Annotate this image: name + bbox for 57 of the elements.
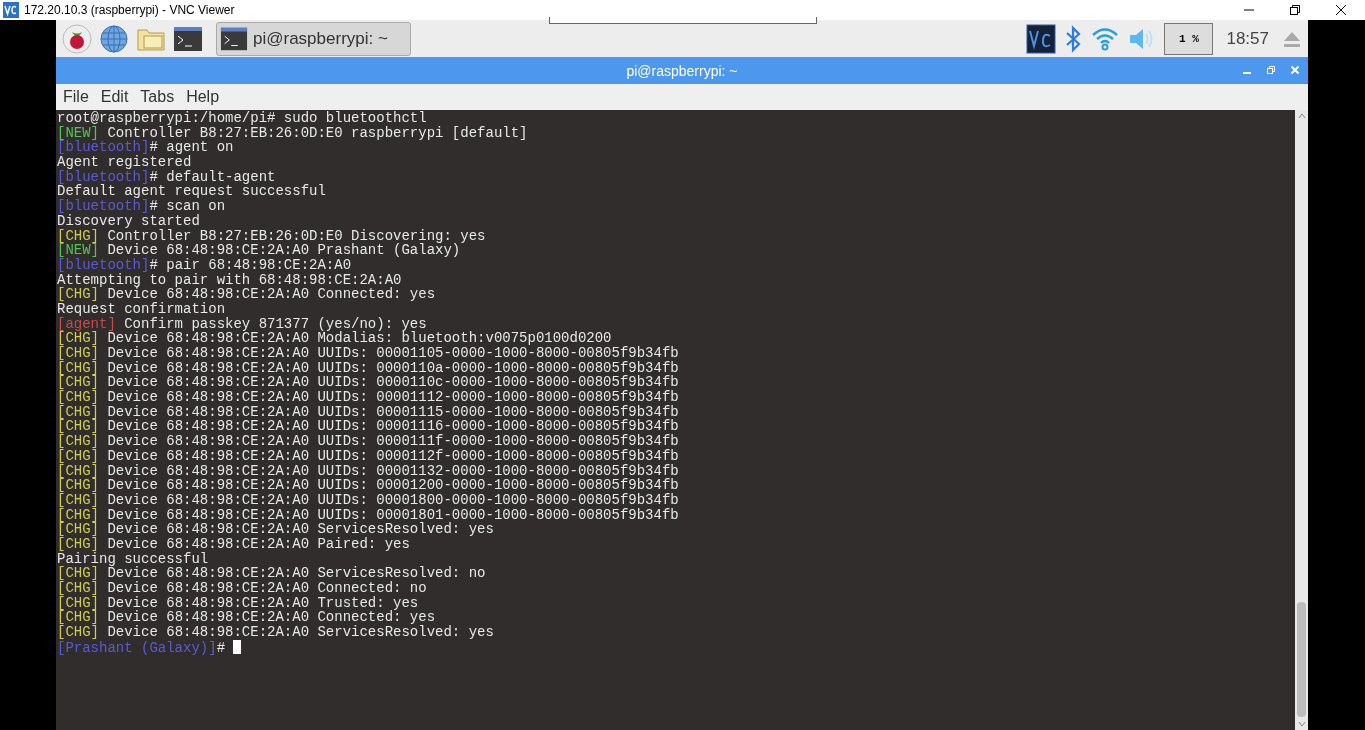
terminal-line: [bluetooth]# agent on	[57, 140, 235, 156]
raspberry-menu-icon[interactable]	[62, 23, 92, 54]
terminal-line: [CHG] Device 68:48:98:CE:2A:A0 UUIDs: 00001115-0000-1000-8000-00805f9b34fb	[57, 404, 680, 420]
terminal-line: [CHG] Device 68:48:98:CE:2A:A0 UUIDs: 00001800-0000-1000-8000-00805f9b34fb	[57, 492, 680, 508]
terminal-line: [CHG] Device 68:48:98:CE:2A:A0 Connected: yes	[57, 610, 436, 626]
taskbar-window-button[interactable]: pi@raspberrypi: ~	[216, 21, 411, 56]
terminal-line: [CHG] Device 68:48:98:CE:2A:A0 Connected: no	[57, 581, 428, 596]
terminal-line: [CHG] Device 68:48:98:CE:2A:A0 Trusted: yes	[57, 595, 420, 611]
terminal-line: [bluetooth]# default-agent	[57, 169, 276, 185]
terminal-line: Default agent request successful	[57, 184, 327, 200]
terminal-line: [Prashant (Galaxy)]#	[57, 639, 1295, 655]
terminal-line: Agent registered	[57, 155, 192, 170]
cpu-monitor[interactable]: 1 %	[1164, 22, 1214, 55]
terminal-line: [CHG] Device 68:48:98:CE:2A:A0 Connected: yes	[57, 287, 437, 302]
close-icon[interactable]	[1335, 4, 1347, 16]
menu-item[interactable]: Help	[186, 88, 220, 106]
terminal-line: [CHG] Device 68:48:98:CE:2A:A0 UUIDs: 0000112f-0000-1000-8000-00805f9b34fb	[57, 448, 680, 464]
terminal-line: [CHG] Device 68:48:98:CE:2A:A0 UUIDs: 00001132-0000-1000-8000-00805f9b34fb	[57, 463, 680, 479]
terminal-line: Pairing successful	[57, 551, 210, 567]
window-title: 172.20.10.3 (raspberrypi) - VNC Viewer	[24, 3, 235, 17]
terminal-line: [CHG] Device 68:48:98:CE:2A:A0 Paired: yes	[57, 536, 411, 552]
terminal-line: Discovery started	[57, 213, 201, 229]
terminal-line: [bluetooth]# scan on	[57, 199, 227, 214]
terminal-line: [bluetooth]# pair 68:48:98:CE:2A:A0	[57, 257, 353, 273]
toolbar-handle[interactable]	[549, 17, 817, 24]
terminal-line: [CHG] Device 68:48:98:CE:2A:A0 ServicesResolved: yes	[57, 522, 495, 537]
terminal-line: [CHG] Device 68:48:98:CE:2A:A0 UUIDs: 00001112-0000-1000-8000-00805f9b34fb	[57, 390, 680, 405]
terminal-line: [NEW] Controller B8:27:EB:26:0D:E0 raspberrypi [default]	[57, 125, 529, 141]
scroll-up-icon[interactable]	[1296, 112, 1307, 120]
terminal-line: [CHG] Device 68:48:98:CE:2A:A0 ServicesResolved: yes	[57, 625, 495, 640]
terminal-line: [CHG] Device 68:48:98:CE:2A:A0 UUIDs: 00001105-0000-1000-8000-00805f9b34fb	[57, 346, 680, 361]
vnc-icon[interactable]	[1026, 23, 1057, 54]
terminal-area[interactable]	[56, 110, 1308, 730]
terminal-line: [CHG] Device 68:48:98:CE:2A:A0 UUIDs: 0000111f-0000-1000-8000-00805f9b34fb	[57, 434, 680, 449]
scrollbar-thumb[interactable]	[1297, 602, 1306, 717]
terminal-line: [CHG] Device 68:48:98:CE:2A:A0 UUIDs: 0000110c-0000-1000-8000-00805f9b34fb	[57, 375, 680, 391]
menu-item[interactable]: Edit	[100, 88, 129, 106]
clock[interactable]: 18:57	[1226, 28, 1269, 49]
menu-item[interactable]: Tabs	[140, 88, 175, 106]
scrollbar[interactable]	[1295, 110, 1308, 730]
terminal-line: [CHG] Device 68:48:98:CE:2A:A0 UUIDs: 0000110a-0000-1000-8000-00805f9b34fb	[57, 360, 680, 376]
terminal-line: [agent] Confirm passkey 871377 (yes/no): yes	[57, 316, 427, 332]
terminal-line: [CHG] Device 68:48:98:CE:2A:A0 UUIDs: 00001116-0000-1000-8000-00805f9b34fb	[57, 419, 680, 435]
terminal-window-title: pi@raspberrypi: ~	[626, 62, 738, 79]
terminal-line: root@raspberrypi:/home/pi# sudo bluetoothctl	[57, 111, 428, 126]
globe-icon[interactable]	[99, 23, 129, 54]
terminal-line: [CHG] Device 68:48:98:CE:2A:A0 UUIDs: 00001801-0000-1000-8000-00805f9b34fb	[57, 507, 680, 523]
terminal-line: [CHG] Controller B8:27:EB:26:0D:E0 Discovering: yes	[57, 228, 487, 244]
terminal-line: [CHG] Device 68:48:98:CE:2A:A0 ServicesResolved: no	[57, 566, 487, 581]
menu-item[interactable]: File	[63, 88, 89, 106]
terminal-line: [NEW] Device 68:48:98:CE:2A:A0 Prashant (Galaxy)	[57, 243, 461, 258]
scroll-down-icon[interactable]	[1296, 720, 1307, 728]
restore-icon[interactable]	[1289, 4, 1301, 16]
terminal-line: [CHG] Device 68:48:98:CE:2A:A0 UUIDs: 00001200-0000-1000-8000-00805f9b34fb	[57, 478, 680, 493]
terminal-line: Request confirmation	[57, 301, 227, 317]
terminal-line: [CHG] Device 68:48:98:CE:2A:A0 Modalias: bluetooth:v0075p0100d0200	[57, 331, 612, 346]
terminal-line: Attempting to pair with 68:48:98:CE:2A:A0	[57, 272, 403, 288]
